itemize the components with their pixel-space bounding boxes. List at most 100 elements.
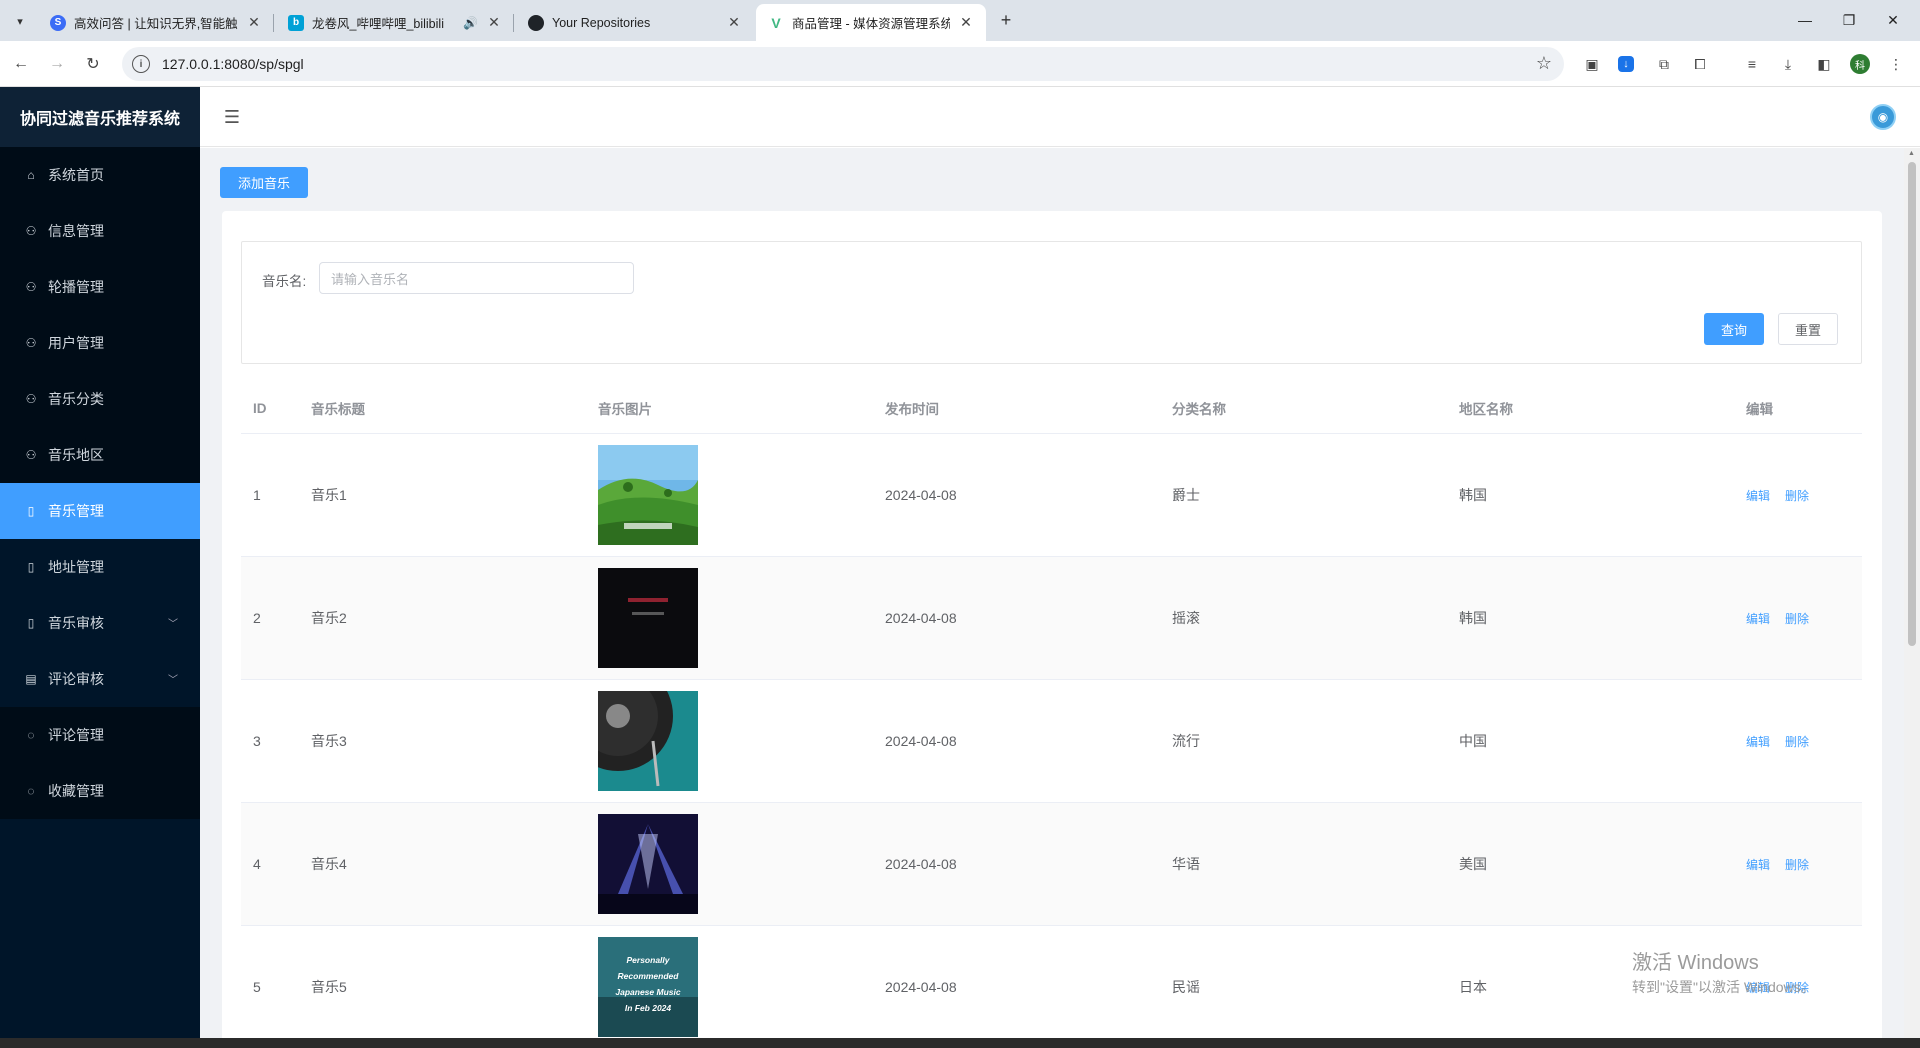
delete-link[interactable]: 删除 xyxy=(1785,735,1809,749)
avatar[interactable]: ◉ xyxy=(1870,104,1896,130)
edit-link[interactable]: 编辑 xyxy=(1746,735,1770,749)
new-tab-icon[interactable]: + xyxy=(994,8,1018,32)
sidebar-item-music-region[interactable]: ⚇ 音乐地区 xyxy=(0,427,200,483)
tab-search-icon[interactable]: ▾ xyxy=(8,9,32,33)
browser-toolbar: ← → ↻ i 127.0.0.1:8080/sp/spgl ☆ ▣ ↓ ⧉ ⧠… xyxy=(0,41,1920,87)
scroll-up-icon[interactable]: ▲ xyxy=(1908,150,1915,157)
tab-favicon-icon: S xyxy=(50,14,66,31)
extension-download-icon[interactable]: ↓ xyxy=(1618,56,1634,72)
search-input[interactable]: 请输入音乐名 xyxy=(319,262,634,294)
sidebar-item-address[interactable]: ▯ 地址管理 xyxy=(0,539,200,595)
cell-date: 2024-04-08 xyxy=(885,610,957,626)
close-tab-icon[interactable]: ✕ xyxy=(486,14,502,31)
close-tab-icon[interactable]: ✕ xyxy=(726,14,742,31)
extensions-icon[interactable]: ⧠ xyxy=(1690,54,1710,74)
edit-link[interactable]: 编辑 xyxy=(1746,612,1770,626)
tab-strip: ▾ S 高效问答 | 让知识无界,智能触手 ✕ b 龙卷风_哔哩哔哩_bilib… xyxy=(0,0,1920,41)
close-tab-icon[interactable]: ✕ xyxy=(246,14,262,31)
bilibili-icon: b xyxy=(288,14,304,31)
back-icon[interactable]: ← xyxy=(8,51,34,77)
reload-icon[interactable]: ↻ xyxy=(80,51,106,77)
cell-title: 音乐3 xyxy=(311,733,347,749)
forward-icon[interactable]: → xyxy=(44,51,70,77)
sidebar-item-carousel[interactable]: ⚇ 轮播管理 xyxy=(0,259,200,315)
tab-bilibili[interactable]: b 龙卷风_哔哩哔哩_bilibili 🔊 ✕ xyxy=(276,4,514,41)
recommended-japanese-cover[interactable]: Personally Recommended Japanese Music In… xyxy=(598,937,698,1037)
extension-icon[interactable]: ▣ xyxy=(1582,54,1602,74)
download-icon[interactable]: ⤓ xyxy=(1778,54,1798,74)
profile-avatar[interactable]: 科 xyxy=(1850,54,1870,74)
tab-active[interactable]: V 商品管理 - 媒体资源管理系统 ✕ xyxy=(756,4,986,41)
main-content: 添加音乐 音乐名: 请输入音乐名 查询 重置 ID 音乐标题 音乐图片 发布时间… xyxy=(200,148,1904,1048)
sidebar-item-label: 用户管理 xyxy=(48,335,104,351)
site-info-icon[interactable]: i xyxy=(132,55,150,73)
cell-actions: 编辑 删除 xyxy=(1746,979,1862,996)
delete-link[interactable]: 删除 xyxy=(1785,612,1809,626)
chat-icon: ◌ xyxy=(27,784,35,798)
sidebar-item-home[interactable]: ⌂ 系统首页 xyxy=(0,147,200,203)
concert-lights-cover[interactable] xyxy=(598,814,698,914)
sidebar-item-music-management[interactable]: ▯ 音乐管理 xyxy=(0,483,200,539)
tab-title: 高效问答 | 让知识无界,智能触手 xyxy=(74,17,238,31)
edit-link[interactable]: 编辑 xyxy=(1746,489,1770,503)
sidebar-item-info[interactable]: ⚇ 信息管理 xyxy=(0,203,200,259)
delete-link[interactable]: 删除 xyxy=(1785,981,1809,995)
table-row: 5 音乐5 Personally Recommended Japanese Mu… xyxy=(241,926,1862,1048)
cover-text: Recommended xyxy=(618,971,680,981)
tab-title: Your Repositories xyxy=(552,15,651,30)
column-header: 发布时间 xyxy=(885,402,939,417)
extension-copy-icon[interactable]: ⧉ xyxy=(1654,54,1674,74)
minimize-icon[interactable]: — xyxy=(1782,6,1828,34)
table-row: 4 音乐4 2024-04-08 华语 美国 编辑 删除 xyxy=(241,803,1862,926)
side-panel-icon[interactable]: ◧ xyxy=(1814,54,1834,74)
query-button[interactable]: 查询 xyxy=(1704,313,1764,345)
restore-icon[interactable]: ❐ xyxy=(1826,6,1872,34)
tab-title: 商品管理 - 媒体资源管理系统 xyxy=(792,17,950,31)
vinyl-record-cover[interactable] xyxy=(598,691,698,791)
sidebar-item-music-category[interactable]: ⚇ 音乐分类 xyxy=(0,371,200,427)
cell-region: 中国 xyxy=(1459,733,1487,749)
cell-image xyxy=(598,814,885,914)
user-icon: ⚇ xyxy=(25,224,37,238)
cover-text: Japanese Music xyxy=(615,987,680,997)
scrollbar-thumb[interactable] xyxy=(1908,162,1916,646)
add-music-button[interactable]: 添加音乐 xyxy=(220,167,308,198)
edit-link[interactable]: 编辑 xyxy=(1746,858,1770,872)
cell-image: Personally Recommended Japanese Music In… xyxy=(598,937,885,1037)
media-controls-icon[interactable]: ≡ xyxy=(1742,54,1762,74)
dark-text-cover[interactable] xyxy=(598,568,698,668)
tab-github[interactable]: Your Repositories ✕ xyxy=(516,4,754,41)
green-hills-cover[interactable] xyxy=(598,445,698,545)
close-tab-icon[interactable]: ✕ xyxy=(958,14,974,31)
url-text[interactable]: 127.0.0.1:8080/sp/spgl xyxy=(162,56,304,72)
book-icon: ▯ xyxy=(27,504,35,518)
page-scrollbar[interactable]: ▲ xyxy=(1904,148,1920,1048)
table-row: 1 音乐1 2024-04-08 爵士 韩国 编辑 删除 xyxy=(241,434,1862,557)
cell-category: 民谣 xyxy=(1172,979,1200,995)
sidebar-item-favorites[interactable]: ◌ 收藏管理 xyxy=(0,763,200,819)
cell-region: 美国 xyxy=(1459,856,1487,872)
browser-menu-icon[interactable]: ⋮ xyxy=(1886,54,1906,74)
sidebar-item-music-review[interactable]: ▯ 音乐审核 ﹀ xyxy=(0,595,200,651)
delete-link[interactable]: 删除 xyxy=(1785,858,1809,872)
user-icon: ⚇ xyxy=(25,336,37,350)
audio-playing-icon[interactable]: 🔊 xyxy=(463,16,478,30)
delete-link[interactable]: 删除 xyxy=(1785,489,1809,503)
table-header: ID 音乐标题 音乐图片 发布时间 分类名称 地区名称 编辑 xyxy=(241,383,1862,434)
edit-link[interactable]: 编辑 xyxy=(1746,981,1770,995)
sidebar-item-comments[interactable]: ◌ 评论管理 xyxy=(0,707,200,763)
close-window-icon[interactable]: ✕ xyxy=(1870,6,1916,34)
document-icon: ▤ xyxy=(25,672,37,686)
cell-actions: 编辑 删除 xyxy=(1746,733,1862,750)
tab-gaoxiao[interactable]: S 高效问答 | 让知识无界,智能触手 ✕ xyxy=(38,4,274,41)
cell-date: 2024-04-08 xyxy=(885,487,957,503)
reset-button[interactable]: 重置 xyxy=(1778,313,1838,345)
menu-toggle-icon[interactable]: ☰ xyxy=(222,107,242,127)
sidebar-item-users[interactable]: ⚇ 用户管理 xyxy=(0,315,200,371)
address-bar[interactable]: i 127.0.0.1:8080/sp/spgl ☆ xyxy=(122,47,1564,81)
star-icon[interactable]: ☆ xyxy=(1536,53,1552,74)
cover-text: Personally xyxy=(627,955,671,965)
sidebar-item-comment-review[interactable]: ▤ 评论审核 ﹀ xyxy=(0,651,200,707)
book-icon: ▯ xyxy=(27,560,35,574)
chat-icon: ◌ xyxy=(27,728,35,742)
